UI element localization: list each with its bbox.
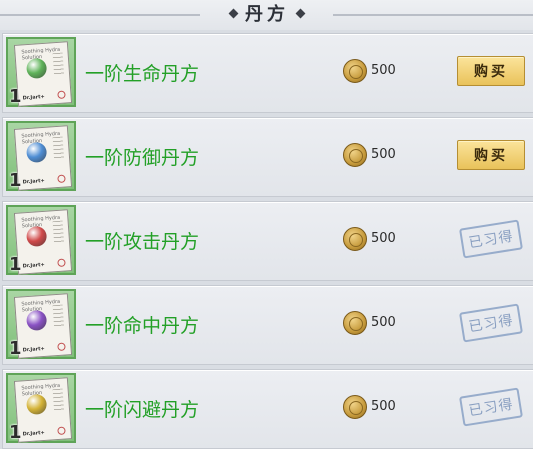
orb-icon bbox=[25, 225, 48, 248]
recipe-row: Soothing Hydra Solution Dr.Jart+ 1 一阶防御丹… bbox=[2, 117, 533, 197]
recipe-row: Soothing Hydra Solution Dr.Jart+ 1 一阶生命丹… bbox=[2, 33, 533, 113]
gold-coin-icon bbox=[343, 395, 367, 419]
item-level: 1 bbox=[9, 422, 22, 443]
seal-icon bbox=[57, 174, 66, 184]
paper-lines bbox=[52, 220, 65, 244]
paper-brand: Dr.Jart+ bbox=[22, 261, 45, 270]
recipe-icon[interactable]: Soothing Hydra Solution Dr.Jart+ 1 bbox=[6, 121, 76, 191]
orb-icon bbox=[25, 57, 48, 80]
paper-lines bbox=[52, 388, 65, 412]
diamond-icon bbox=[228, 8, 239, 18]
recipe-name: 一阶生命丹方 bbox=[85, 63, 200, 85]
gold-coin-icon bbox=[343, 311, 367, 335]
paper-lines bbox=[52, 304, 65, 328]
scroll-paper-icon: Soothing Hydra Solution Dr.Jart+ bbox=[13, 125, 73, 191]
seal-icon bbox=[57, 258, 66, 268]
paper-brand: Dr.Jart+ bbox=[22, 345, 45, 354]
recipe-price: 500 bbox=[371, 399, 396, 414]
recipe-icon[interactable]: Soothing Hydra Solution Dr.Jart+ 1 bbox=[6, 37, 76, 107]
recipe-price: 500 bbox=[371, 231, 396, 246]
buy-button[interactable]: 购买 bbox=[457, 56, 525, 86]
recipe-price: 500 bbox=[371, 147, 396, 162]
gold-coin-icon bbox=[343, 59, 367, 83]
scroll-paper-icon: Soothing Hydra Solution Dr.Jart+ bbox=[13, 209, 73, 275]
diamond-icon bbox=[295, 8, 306, 18]
recipe-name: 一阶防御丹方 bbox=[85, 147, 200, 169]
paper-brand: Dr.Jart+ bbox=[22, 177, 45, 186]
recipe-icon[interactable]: Soothing Hydra Solution Dr.Jart+ 1 bbox=[6, 205, 76, 275]
orb-icon bbox=[25, 309, 48, 332]
scroll-paper-icon: Soothing Hydra Solution Dr.Jart+ bbox=[13, 293, 73, 359]
learned-stamp: 已习得 bbox=[459, 387, 523, 427]
paper-lines bbox=[52, 136, 65, 160]
item-level: 1 bbox=[9, 86, 22, 107]
recipe-price: 500 bbox=[371, 315, 396, 330]
paper-brand: Dr.Jart+ bbox=[22, 93, 45, 102]
scroll-paper-icon: Soothing Hydra Solution Dr.Jart+ bbox=[13, 41, 73, 107]
header-divider-left bbox=[0, 14, 200, 16]
gold-coin-icon bbox=[343, 143, 367, 167]
seal-icon bbox=[57, 90, 66, 100]
item-level: 1 bbox=[9, 338, 22, 359]
item-level: 1 bbox=[9, 254, 22, 275]
learned-stamp: 已习得 bbox=[459, 303, 523, 343]
section-tab: 丹方 bbox=[210, 0, 324, 26]
learned-stamp: 已习得 bbox=[459, 219, 523, 259]
item-level: 1 bbox=[9, 170, 22, 191]
gold-coin-icon bbox=[343, 227, 367, 251]
orb-icon bbox=[25, 393, 48, 416]
paper-lines bbox=[52, 52, 65, 76]
recipe-row: Soothing Hydra Solution Dr.Jart+ 1 一阶命中丹… bbox=[2, 285, 533, 365]
recipe-name: 一阶命中丹方 bbox=[85, 315, 200, 337]
scroll-paper-icon: Soothing Hydra Solution Dr.Jart+ bbox=[13, 377, 73, 443]
recipe-price: 500 bbox=[371, 63, 396, 78]
orb-icon bbox=[25, 141, 48, 164]
seal-icon bbox=[57, 342, 66, 352]
paper-brand: Dr.Jart+ bbox=[22, 429, 45, 438]
recipe-row: Soothing Hydra Solution Dr.Jart+ 1 一阶攻击丹… bbox=[2, 201, 533, 281]
seal-icon bbox=[57, 426, 66, 436]
section-title: 丹方 bbox=[245, 4, 289, 25]
header-divider-right bbox=[333, 14, 533, 16]
recipe-name: 一阶闪避丹方 bbox=[85, 399, 200, 421]
section-header: 丹方 bbox=[0, 0, 533, 30]
recipe-icon[interactable]: Soothing Hydra Solution Dr.Jart+ 1 bbox=[6, 289, 76, 359]
recipe-icon[interactable]: Soothing Hydra Solution Dr.Jart+ 1 bbox=[6, 373, 76, 443]
buy-button[interactable]: 购买 bbox=[457, 140, 525, 170]
recipe-name: 一阶攻击丹方 bbox=[85, 231, 200, 253]
recipe-row: Soothing Hydra Solution Dr.Jart+ 1 一阶闪避丹… bbox=[2, 369, 533, 449]
